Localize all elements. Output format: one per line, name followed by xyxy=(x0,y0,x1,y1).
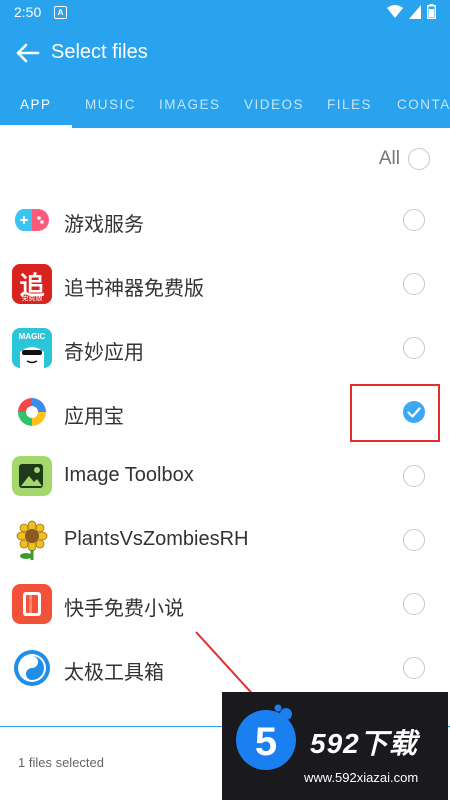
list-item[interactable]: MAGIC 奇妙应用 xyxy=(0,316,450,380)
tab-contacts[interactable]: CONTA xyxy=(397,97,450,112)
page-title: Select files xyxy=(51,41,148,63)
app-name: 奇妙应用 xyxy=(64,342,144,364)
app-name: 快手免费小说 xyxy=(64,598,184,620)
magic-app-mascot xyxy=(20,347,44,368)
list-item[interactable]: 游戏服务 xyxy=(0,188,450,252)
app-name: Image Toolbox xyxy=(64,464,194,486)
select-all-toggle[interactable]: All xyxy=(379,144,430,174)
select-all-label: All xyxy=(378,148,400,169)
watermark-url: www.592xiazai.com xyxy=(304,770,419,785)
notification-icon: A xyxy=(54,6,67,19)
selected-count: 1 files selected xyxy=(18,755,104,770)
tab-app[interactable]: APP xyxy=(20,97,52,112)
select-all-radio[interactable] xyxy=(408,148,430,170)
annotation-highlight-box xyxy=(350,384,440,442)
battery-icon xyxy=(427,4,436,19)
app-name: PlantsVsZombiesRH xyxy=(64,528,249,550)
app-name: 追书神器免费版 xyxy=(64,278,204,300)
app-checkbox[interactable] xyxy=(403,273,425,295)
tab-indicator xyxy=(0,125,72,128)
app-checkbox[interactable] xyxy=(403,337,425,359)
magic-app-icon: MAGIC xyxy=(12,328,52,368)
image-toolbox-icon xyxy=(12,456,52,496)
status-icons xyxy=(387,4,436,19)
zhuishu-icon-sub: 免费版 xyxy=(21,295,43,302)
app-checkbox[interactable] xyxy=(403,657,425,679)
list-item[interactable]: Image Toolbox xyxy=(0,444,450,508)
list-item[interactable]: 太极工具箱 xyxy=(0,636,450,700)
status-time: 2:50 xyxy=(14,4,42,20)
watermark-brand: 592下载 xyxy=(310,728,418,759)
tab-files[interactable]: FILES xyxy=(327,97,372,112)
taiji-icon xyxy=(14,650,50,686)
app-checkbox[interactable] xyxy=(403,209,425,231)
zhuishu-icon: 追 免费版 xyxy=(12,264,52,304)
wifi-icon xyxy=(387,4,403,18)
app-name: 应用宝 xyxy=(64,406,124,428)
app-toolbar: Select files xyxy=(0,24,450,80)
yingyongbao-icon xyxy=(18,398,46,426)
list-item[interactable]: 追 免费版 追书神器免费版 xyxy=(0,252,450,316)
app-checkbox[interactable] xyxy=(403,465,425,487)
site-watermark: 5 592下载 www.592xiazai.com xyxy=(222,692,448,800)
app-checkbox[interactable] xyxy=(403,593,425,615)
back-arrow-icon[interactable] xyxy=(12,38,42,68)
tab-images[interactable]: IMAGES xyxy=(159,97,221,112)
app-name: 太极工具箱 xyxy=(64,662,164,684)
pvz-icon xyxy=(16,520,48,560)
watermark-logo-digit: 5 xyxy=(255,720,277,764)
app-name: 游戏服务 xyxy=(64,214,144,236)
signal-icon xyxy=(409,4,421,19)
tab-music[interactable]: MUSIC xyxy=(85,97,136,112)
kuaishou-novel-icon xyxy=(12,584,52,624)
watermark-logo: 5 xyxy=(236,704,296,770)
tab-videos[interactable]: VIDEOS xyxy=(244,97,304,112)
game-service-icon xyxy=(15,209,49,231)
status-bar: 2:50 A xyxy=(0,0,450,24)
category-tabs: APP MUSIC IMAGES VIDEOS FILES CONTA xyxy=(0,80,450,128)
app-checkbox[interactable] xyxy=(403,529,425,551)
list-item[interactable]: PlantsVsZombiesRH xyxy=(0,508,450,572)
list-item[interactable]: 快手免费小说 xyxy=(0,572,450,636)
